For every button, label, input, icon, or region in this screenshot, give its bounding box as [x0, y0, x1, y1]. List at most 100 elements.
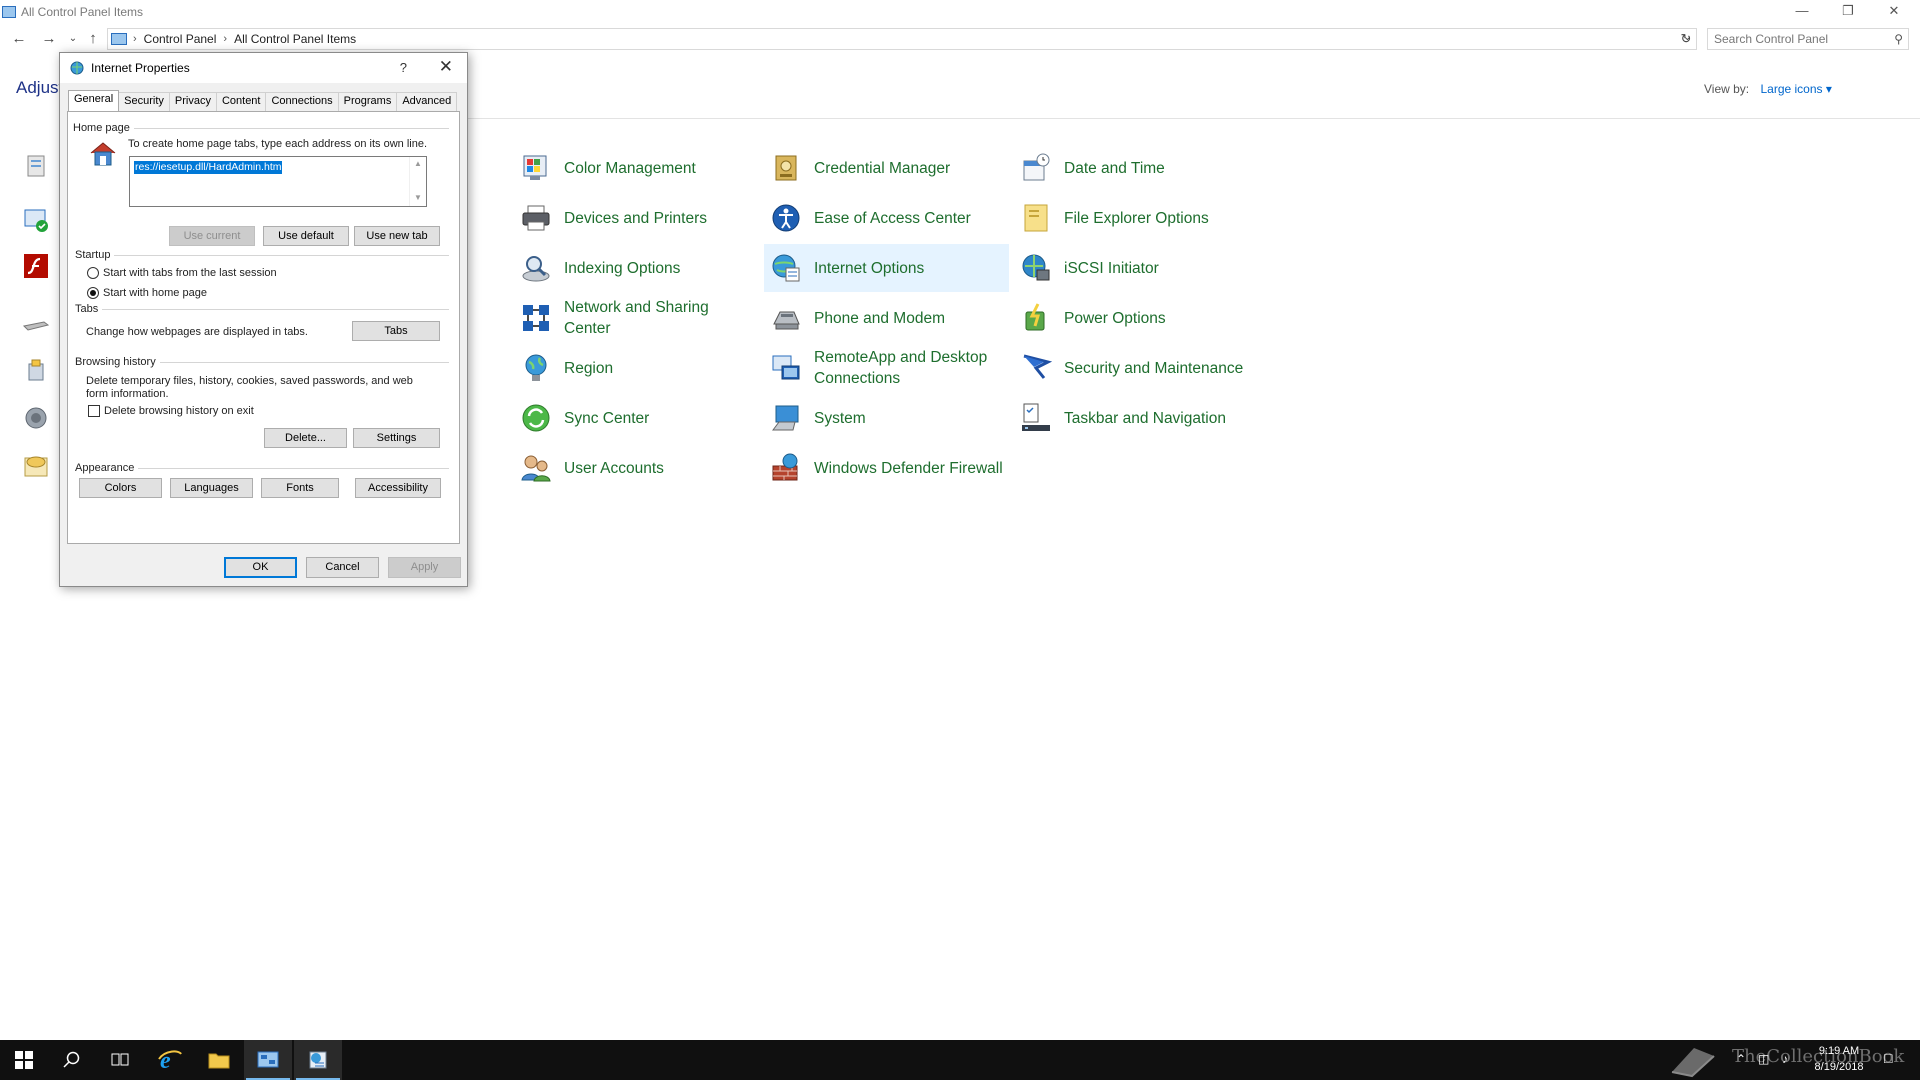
sidebar-security-icon[interactable] [22, 206, 50, 234]
delete-on-exit-checkbox[interactable] [88, 405, 100, 417]
delete-on-exit-label[interactable]: Delete browsing history on exit [104, 405, 254, 418]
network-tray-icon[interactable]: ◫ [1758, 1052, 1769, 1066]
item-region[interactable]: Region [514, 344, 759, 392]
use-new-tab-button[interactable]: Use new tab [354, 226, 440, 246]
item-label: Windows Defender Firewall [814, 459, 1003, 477]
use-current-button[interactable]: Use current [169, 226, 255, 246]
startup-home-page-radio[interactable] [87, 287, 99, 299]
breadcrumb-control-panel[interactable]: Control Panel [144, 32, 217, 46]
breadcrumb-all-items[interactable]: All Control Panel Items [234, 32, 356, 46]
tab-security[interactable]: Security [118, 92, 170, 111]
file-explorer-button[interactable] [195, 1040, 243, 1080]
item-iscsi-initiator[interactable]: iSCSI Initiator [1014, 244, 1259, 292]
item-internet-options[interactable]: Internet Options [764, 244, 1009, 292]
home-page-description: To create home page tabs, type each addr… [128, 138, 428, 150]
tab-privacy[interactable]: Privacy [168, 92, 217, 111]
item-credential-manager[interactable]: Credential Manager [764, 144, 1009, 192]
tab-programs[interactable]: Programs [337, 92, 398, 111]
item-devices-and-printers[interactable]: Devices and Printers [514, 194, 759, 242]
help-button[interactable]: ? [400, 60, 407, 75]
address-bar[interactable]: › Control Panel › All Control Panel Item… [107, 28, 1697, 50]
tab-general[interactable]: General [68, 90, 120, 111]
up-arrow-icon[interactable]: ↑ [82, 28, 104, 50]
tab-advanced[interactable]: Advanced [396, 92, 458, 111]
sound-icon[interactable] [22, 404, 50, 432]
view-by: View by: Large icons ▾ [1704, 82, 1832, 96]
history-settings-button[interactable]: Settings [353, 428, 440, 448]
home-page-group-label: Home page [73, 122, 134, 134]
startup-last-session-radio[interactable] [87, 267, 99, 279]
view-by-dropdown[interactable]: Large icons ▾ [1760, 82, 1831, 96]
search-input[interactable]: Search Control Panel ⚲ [1707, 28, 1909, 50]
item-file-explorer-options[interactable]: File Explorer Options [1014, 194, 1259, 242]
textarea-scrollbar[interactable]: ▲ ▼ [409, 157, 426, 206]
tab-connections[interactable]: Connections [265, 92, 339, 111]
refresh-icon[interactable]: ↻ [1676, 28, 1696, 50]
start-button[interactable] [0, 1040, 48, 1080]
colors-button[interactable]: Colors [79, 478, 162, 498]
firewall-icon [772, 453, 798, 481]
programs-icon[interactable] [22, 356, 50, 384]
minimize-button[interactable]: — [1779, 0, 1825, 24]
credential-manager-icon [775, 155, 797, 181]
control-panel-taskbar-button[interactable] [244, 1040, 292, 1080]
item-color-management[interactable]: Color Management [514, 144, 759, 192]
cancel-button[interactable]: Cancel [306, 557, 379, 578]
delete-history-button[interactable]: Delete... [264, 428, 347, 448]
keyboard-icon[interactable] [22, 312, 50, 340]
tabs-settings-button[interactable]: Tabs [352, 321, 440, 341]
taskbar-clock[interactable]: 9:19 AM 8/19/2018 [1804, 1043, 1874, 1075]
search-button[interactable] [48, 1040, 96, 1080]
accessibility-button[interactable]: Accessibility [355, 478, 441, 498]
internet-explorer-button[interactable]: e [146, 1040, 194, 1080]
fonts-button[interactable]: Fonts [261, 478, 339, 498]
use-default-button[interactable]: Use default [263, 226, 349, 246]
item-label: System [814, 409, 866, 427]
close-window-button[interactable]: ✕ [1871, 0, 1917, 24]
remoteapp-icon [772, 355, 800, 380]
scroll-down-icon[interactable]: ▼ [414, 193, 422, 202]
network-icon [523, 305, 549, 331]
startup-last-session-label[interactable]: Start with tabs from the last session [103, 267, 277, 280]
scroll-up-icon[interactable]: ▲ [414, 159, 422, 168]
item-power-options[interactable]: Power Options [1014, 294, 1259, 342]
startup-home-page-label[interactable]: Start with home page [103, 287, 207, 300]
task-view-button[interactable] [96, 1040, 144, 1080]
flash-player-icon[interactable] [22, 252, 50, 280]
breadcrumb-separator-icon: › [223, 33, 228, 45]
dialog-titlebar: Internet Properties ? ✕ [60, 53, 467, 83]
item-system[interactable]: System [764, 394, 1009, 442]
languages-button[interactable]: Languages [170, 478, 253, 498]
item-indexing-options[interactable]: Indexing Options [514, 244, 759, 292]
ok-button[interactable]: OK [224, 557, 297, 578]
item-security-and-maintenance[interactable]: Security and Maintenance [1014, 344, 1259, 392]
flag-icon [1023, 354, 1052, 379]
sidebar-task-icon[interactable] [22, 152, 50, 180]
speech-icon[interactable] [22, 452, 50, 480]
apply-button[interactable]: Apply [388, 557, 461, 578]
home-page-textarea[interactable]: res://iesetup.dll/HardAdmin.htm ▲ ▼ [129, 156, 427, 207]
item-sync-center[interactable]: Sync Center [514, 394, 759, 442]
item-user-accounts[interactable]: User Accounts [514, 444, 759, 492]
tab-content[interactable]: Content [215, 92, 267, 111]
volume-tray-icon[interactable]: ♪ [1782, 1052, 1788, 1066]
search-icon [63, 1051, 80, 1068]
item-network-and-sharing-center[interactable]: Network and Sharing Center [514, 294, 759, 342]
recent-locations-chevron-icon[interactable]: ⌄ [62, 28, 84, 50]
item-windows-defender-firewall[interactable]: Windows Defender Firewall [764, 444, 1009, 492]
action-center-icon[interactable]: □ [1884, 1050, 1892, 1066]
internet-properties-taskbar-button[interactable] [294, 1040, 342, 1080]
window-title: All Control Panel Items [21, 5, 144, 19]
printer-icon [522, 205, 550, 231]
item-remoteapp-and-desktop-connections[interactable]: RemoteApp and Desktop Connections [764, 344, 1009, 392]
item-date-and-time[interactable]: Date and Time [1014, 144, 1259, 192]
item-ease-of-access-center[interactable]: Ease of Access Center [764, 194, 1009, 242]
close-dialog-button[interactable]: ✕ [439, 57, 453, 77]
item-phone-and-modem[interactable]: Phone and Modem [764, 294, 1009, 342]
tray-overflow-chevron-icon[interactable]: ⌃ [1736, 1052, 1746, 1066]
item-label: Ease of Access Center [814, 209, 971, 227]
back-arrow-icon[interactable]: ← [8, 28, 30, 50]
forward-arrow-icon[interactable]: → [38, 28, 60, 50]
restore-button[interactable]: ❐ [1825, 0, 1871, 24]
item-taskbar-and-navigation[interactable]: Taskbar and Navigation [1014, 394, 1259, 442]
